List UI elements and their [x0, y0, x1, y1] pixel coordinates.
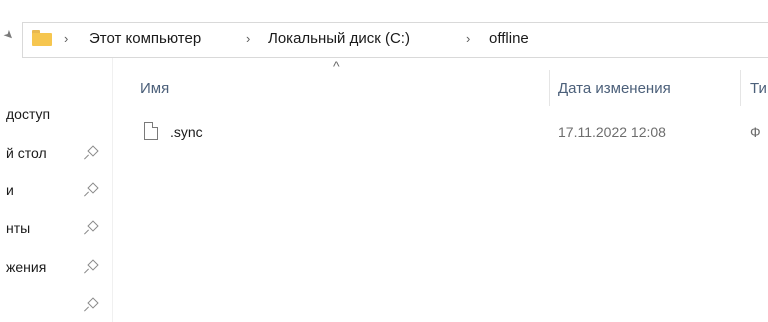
breadcrumb-separator-icon[interactable]: ›: [246, 31, 250, 46]
sidebar-item-documents[interactable]: нты: [6, 220, 30, 236]
file-type: Ф: [750, 124, 761, 140]
column-divider[interactable]: [549, 70, 550, 106]
breadcrumb-offline[interactable]: offline: [489, 30, 529, 47]
sidebar-item-quick-access[interactable]: доступ: [6, 106, 50, 122]
pin-icon: [84, 220, 99, 235]
breadcrumb-separator-icon[interactable]: ›: [466, 31, 470, 46]
sidebar-item-desktop[interactable]: й стол: [6, 145, 47, 161]
breadcrumb-this-pc[interactable]: Этот компьютер: [89, 30, 201, 47]
pin-icon: [84, 259, 99, 274]
column-header-type[interactable]: Ти: [750, 80, 767, 97]
pin-icon: [84, 297, 99, 312]
file-date-modified: 17.11.2022 12:08: [558, 124, 666, 140]
sidebar-item-downloads[interactable]: и: [6, 182, 14, 198]
folder-icon: [32, 30, 52, 46]
column-header-name[interactable]: Имя: [140, 80, 169, 97]
breadcrumb-separator-icon[interactable]: ›: [64, 31, 68, 46]
pin-icon: [84, 145, 99, 160]
toolbar-strip: [0, 0, 768, 21]
file-name[interactable]: .sync: [170, 124, 203, 140]
sidebar-item-pictures[interactable]: жения: [6, 259, 46, 275]
breadcrumb-local-disk[interactable]: Локальный диск (C:): [268, 30, 410, 47]
sort-ascending-icon: ^: [333, 58, 340, 74]
column-divider[interactable]: [740, 70, 741, 106]
file-icon: [144, 122, 158, 140]
pin-icon: [84, 182, 99, 197]
column-header-date[interactable]: Дата изменения: [558, 80, 671, 97]
